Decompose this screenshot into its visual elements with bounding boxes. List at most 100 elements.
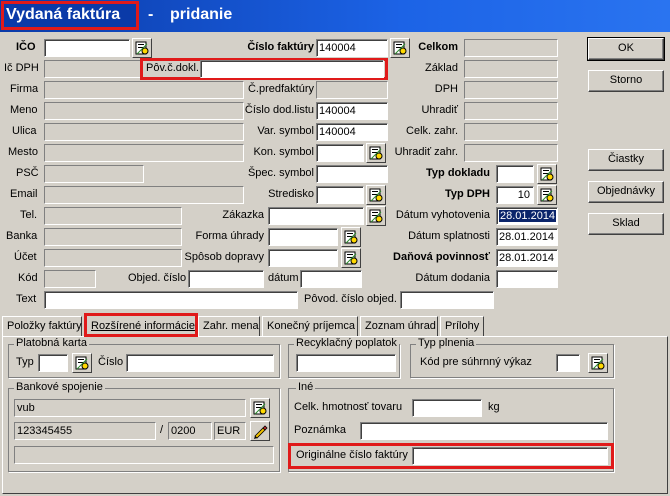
lookup-book-icon [344,251,358,265]
sposob-dopravy-input[interactable] [268,249,338,267]
tab-prilohy[interactable]: Prílohy [440,316,484,336]
kod-suhrnny-lookup-button[interactable] [588,353,608,373]
storno-button[interactable]: Storno [588,70,664,92]
celkom-field [464,39,558,57]
datum-splatnosti-label: Dátum splatnosti [408,230,490,242]
tab-konecny-prijemca[interactable]: Konečný príjemca [262,316,358,336]
kon-symbol-input[interactable] [316,144,364,162]
forma-uhrady-lookup-button[interactable] [341,227,361,247]
stredisko-lookup-button[interactable] [366,185,386,205]
stredisko-input[interactable] [316,186,364,204]
bank-lookup-button[interactable] [250,398,270,418]
obj-datum-input[interactable] [300,270,362,288]
tel-label: Tel. [20,209,38,221]
datum-dodania-input[interactable] [496,270,558,288]
danova-povinnost-input[interactable]: 28.01.2014 [496,249,558,267]
mesto-label: Mesto [8,146,38,158]
cislo-faktury-input[interactable]: 140004 [316,39,388,57]
karta-cislo-input[interactable] [126,354,274,372]
poznamka-input[interactable] [360,422,608,440]
ico-label: IČO [16,41,36,53]
cislo-dod-listu-input[interactable]: 140004 [316,102,388,120]
lookup-book-icon [369,188,383,202]
kon-symbol-label: Kon. symbol [253,146,314,158]
typ-dph-input[interactable]: 10 [496,186,534,204]
ok-button[interactable]: OK [587,37,665,61]
hmotnost-input[interactable] [412,399,482,417]
psc-field [44,165,144,183]
karta-typ-input[interactable] [38,354,68,372]
banka-field [44,228,182,246]
lookup-book-icon [540,188,554,202]
obj-cislo-input[interactable] [188,270,264,288]
bank-code-field: 0200 [168,422,212,440]
lookup-book-icon [75,356,89,370]
typ-plnenia-title: Typ plnenia [416,337,477,349]
psc-label: PSČ [16,167,39,179]
ucet-label: Účet [14,251,37,263]
originalne-input[interactable] [412,447,608,465]
pov-dokl-label: Pôv.č.dokl. [146,62,199,74]
forma-uhrady-label: Forma úhrady [195,230,264,242]
currency-field: EUR [214,422,246,440]
typ-dokladu-label: Typ dokladu [426,167,490,179]
recyklacny-input[interactable] [296,354,396,372]
ico-input[interactable] [44,39,130,57]
kod-suhrnny-input[interactable] [556,354,580,372]
text-label: Text [16,293,37,305]
dph-label: DPH [434,83,458,95]
bankove-spojenie-title: Bankové spojenie [14,381,105,393]
var-symbol-input[interactable]: 140004 [316,123,388,141]
tel-field [44,207,182,225]
typ-dph-label: Typ DPH [444,188,490,200]
typ-dph-lookup-button[interactable] [537,185,557,205]
poznamka-label: Poznámka [294,424,346,436]
spec-symbol-input[interactable] [316,165,388,183]
sklad-button[interactable]: Sklad [588,213,664,235]
lookup-book-icon [344,230,358,244]
bank-edit-button[interactable] [250,421,270,441]
tab-label: Zahr. mena [203,320,259,332]
pov-dokl-input[interactable] [200,60,384,78]
kon-symbol-lookup-button[interactable] [366,143,386,163]
sposob-dopravy-lookup-button[interactable] [341,248,361,268]
ciastky-button[interactable]: Čiastky [588,149,664,171]
tab-label: Položky faktúry [7,320,82,332]
tab-zahr-mena[interactable]: Zahr. mena [198,316,260,336]
zakazka-input[interactable] [268,207,364,225]
lookup-book-icon [369,146,383,160]
cpredfaktury-field [316,81,388,99]
spec-symbol-label: Špec. symbol [247,167,314,179]
email-label: Email [10,188,38,200]
kod-suhrnny-label: Kód pre súhrnný výkaz [420,356,532,368]
typ-dokladu-input[interactable] [496,165,534,183]
ulica-label: Ulica [12,125,37,137]
tab-label: Prílohy [445,320,480,332]
datum-splatnosti-input[interactable]: 28.01.2014 [496,228,558,246]
tab-zoznam-uhrad[interactable]: Zoznam úhrad [360,316,438,336]
tab-label: Konečný príjemca [267,320,356,332]
window-mode: pridanie [170,6,233,23]
text-input[interactable] [44,291,298,309]
recyklacny-title: Recyklačný poplatok [294,337,399,349]
forma-uhrady-input[interactable] [268,228,338,246]
karta-typ-lookup-button[interactable] [72,353,92,373]
uhradit-zahr-label: Uhradiť zahr. [394,146,458,158]
lookup-book-icon [591,356,605,370]
datum-dodania-label: Dátum dodania [415,272,490,284]
celk-zahr-label: Celk. zahr. [406,125,458,137]
datum-vyhotovenia-input[interactable]: 28.01.2014 [496,207,558,225]
ico-lookup-button[interactable] [132,38,152,58]
datum-vyhotovenia-label: Dátum vyhotovenia [395,209,490,221]
objednavky-button[interactable]: Objednávky [588,181,664,203]
kg-label: kg [488,401,500,413]
icdph-label: Ič DPH [4,62,39,74]
var-symbol-label: Var. symbol [257,125,314,137]
tab-rozsirene-informacie[interactable]: Rozšírené informácie [84,313,198,337]
cpredfaktury-label: Č.predfaktúry [247,83,314,95]
celkom-label: Celkom [418,41,458,53]
hmotnost-label: Celk. hmotnosť tovaru [294,401,403,413]
tab-polozky-faktury[interactable]: Položky faktúry [2,316,82,336]
typ-dokladu-lookup-button[interactable] [537,164,557,184]
povod-cislo-input[interactable] [400,291,494,309]
